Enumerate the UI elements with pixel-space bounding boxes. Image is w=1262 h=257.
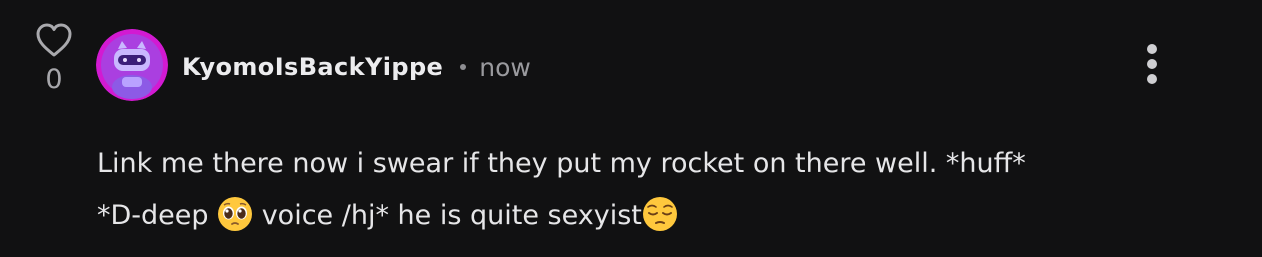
comment: 0 KyomoIsBackYippe now Link me there now… bbox=[0, 0, 1262, 257]
pensive-face-emoji-icon bbox=[642, 197, 677, 231]
pleading-face-emoji-icon bbox=[218, 197, 253, 231]
comment-header: KyomoIsBackYippe now bbox=[182, 49, 531, 85]
comment-line-1: Link me there now i swear if they put my… bbox=[97, 148, 1026, 179]
comment-text-segment: voice /hj* he is quite sexyist bbox=[253, 200, 642, 231]
ellipsis-dot bbox=[1147, 74, 1157, 84]
like-count: 0 bbox=[45, 64, 63, 95]
comment-line-2: *D-deep voice /hj* he is quite sexyist bbox=[97, 190, 1217, 242]
vote-column: 0 bbox=[30, 22, 78, 95]
separator-dot bbox=[460, 64, 467, 70]
comment-text-segment: *D-deep bbox=[97, 200, 218, 231]
heart-outline-icon[interactable] bbox=[34, 22, 74, 58]
timestamp: now bbox=[479, 52, 531, 82]
avatar-image bbox=[96, 29, 168, 101]
ellipsis-dot bbox=[1147, 59, 1157, 69]
avatar[interactable] bbox=[96, 29, 168, 101]
vertical-ellipsis-icon bbox=[1147, 44, 1157, 54]
more-options-button[interactable] bbox=[1138, 42, 1166, 86]
comment-body: Link me there now i swear if they put my… bbox=[97, 138, 1217, 242]
username[interactable]: KyomoIsBackYippe bbox=[182, 53, 443, 81]
